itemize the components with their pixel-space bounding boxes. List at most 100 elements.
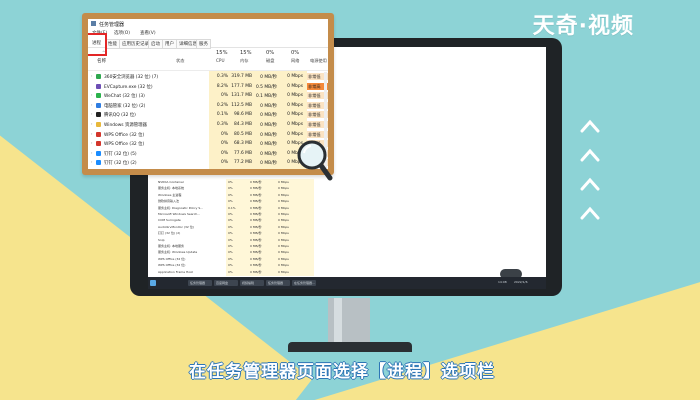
qq-icon <box>96 112 101 118</box>
header-memory[interactable]: 内存 <box>240 58 248 64</box>
disk-value: 0 MB/秒 <box>260 103 277 109</box>
screen-cells: 0% 0 MB/秒 0 Mbps <box>226 268 314 276</box>
disk-value: 0 MB/秒 <box>260 161 277 167</box>
table-row[interactable]: ›钉钉 (32 位) (5)0%77.6 MB0 MB/秒0 Mbps非常低 <box>88 149 328 158</box>
cpu-value: 0.3% <box>216 74 228 79</box>
cpu-value: 0.3% <box>216 122 228 127</box>
screen-process-name: WPS Office (32 位) <box>158 256 186 261</box>
table-row[interactable]: › WPS Office (32 位) 0% 80.5 MB 0 MB/秒 0 Mbps 非… <box>88 130 328 139</box>
screen-process-name: Windows 主进程 <box>158 192 182 197</box>
chevron-up-icon <box>580 147 602 166</box>
dingtalk-icon <box>96 160 101 166</box>
expand-chevron-icon[interactable]: › <box>91 132 92 136</box>
screen-net: 0 Mbps <box>278 180 289 184</box>
screen-row: Application Frame Host 0% 0 MB/秒 0 Mbps <box>148 268 546 276</box>
screen-disk: 0 MB/秒 <box>250 192 262 197</box>
memory-value: 80.5 MB <box>234 131 252 137</box>
screen-net: 0 Mbps <box>278 212 289 216</box>
disk-value: 0 MB/秒 <box>260 151 277 157</box>
disk-value: 0 MB/秒 <box>260 123 277 128</box>
disk-value: 0 MB/秒 <box>260 142 277 148</box>
screen-net: 0 Mbps <box>278 205 289 210</box>
window-title: 任务管理器 <box>99 22 125 28</box>
taskbar-item[interactable]: 任务管理器 <box>188 280 212 286</box>
screen-process-name: Microsoft Windows Search... <box>158 212 201 216</box>
header-cpu[interactable]: CPU <box>216 58 225 63</box>
table-row[interactable]: › 电脑管家 (32 位) (2) 0.2% 112.5 MB 0 MB/秒 0 Mbps… <box>88 101 328 110</box>
cpu-value: 0% <box>221 150 228 156</box>
screen-disk: 0 MB/秒 <box>250 205 262 210</box>
table-row[interactable]: ›钉钉 (32 位) (2)0%77.2 MB0 MB/秒0 Mbps非常低 <box>88 158 328 167</box>
screen-process-name: WPS Office (32 位) <box>158 263 186 268</box>
menu-view[interactable]: 查看(V) <box>140 30 156 36</box>
taskbar-item[interactable]: 在任务管理器... <box>292 280 316 286</box>
screen-cpu: 0% <box>228 250 233 255</box>
table-row[interactable]: › 360安全浏览器 (32 位) (7) 0.3% 319.7 MB 0 MB/秒 0 … <box>88 72 328 81</box>
screen-disk: 0 MB/秒 <box>250 199 262 204</box>
expand-chevron-icon[interactable]: › <box>91 160 92 164</box>
pc-manager-icon <box>96 102 101 108</box>
screen-disk: 0 MB/秒 <box>250 218 262 223</box>
cpu-value: 0% <box>221 131 228 137</box>
header-net-pct: 0% <box>291 50 300 56</box>
expand-chevron-icon[interactable]: › <box>91 103 92 107</box>
table-row[interactable]: › 腾讯QQ (32 位) 0.1% 98.6 MB 0 MB/秒 0 Mbps 非常低 <box>88 110 328 119</box>
header-name[interactable]: 名称 <box>97 58 106 64</box>
screen-disk: 0 MB/秒 <box>250 231 262 236</box>
chevron-up-icon <box>580 118 602 137</box>
screen-process-name: 服务主机: 本地系统 <box>158 186 184 191</box>
header-disk[interactable]: 磁盘 <box>266 58 274 64</box>
caption: 在任务管理器页面选择【进程】选项栏 <box>189 362 495 382</box>
up-arrows <box>580 118 602 224</box>
table-row[interactable]: ›WPS Office (32 位)0%68.3 MB0 MB/秒0 Mbps非… <box>88 139 328 148</box>
capture-icon <box>96 83 101 89</box>
taskbar-item[interactable]: 任务管理器 <box>266 280 290 286</box>
table-row[interactable]: › WeChat (32 位) (3) 0% 131.7 MB 0.1 MB/秒 0 Mb… <box>88 91 328 100</box>
taskbar-item[interactable]: 百度网盘 <box>214 280 238 286</box>
process-name: 钉钉 (32 位) (2) <box>104 161 137 167</box>
expand-chevron-icon[interactable]: › <box>91 122 92 126</box>
screen-net: 0 Mbps <box>278 199 289 204</box>
header-status[interactable]: 状态 <box>176 58 184 64</box>
screen-cpu: 0% <box>228 263 233 268</box>
expand-chevron-icon[interactable]: › <box>91 93 92 97</box>
screen-net: 0 Mbps <box>278 256 289 261</box>
magnifier-icon <box>296 138 334 182</box>
process-name: WPS Office (32 位) <box>104 142 145 148</box>
expand-chevron-icon[interactable]: › <box>91 112 92 116</box>
taskbar-item[interactable]: 视频编辑 <box>240 280 264 286</box>
cpu-value: 0% <box>221 141 228 147</box>
expand-chevron-icon[interactable]: › <box>91 151 92 155</box>
cpu-value: 0.2% <box>216 102 228 108</box>
taskbar-item-label: 在任务管理器... <box>294 281 315 285</box>
screen-cpu: 0% <box>228 244 233 248</box>
screen-process-name: 微软拼音输入法 <box>158 199 180 204</box>
screen-disk: 0 MB/秒 <box>250 256 262 261</box>
screen-disk: 0 MB/秒 <box>250 212 262 216</box>
expand-chevron-icon[interactable]: › <box>91 74 92 78</box>
taskbar-item-label: 任务管理器 <box>190 281 206 285</box>
screen-net: 0 Mbps <box>278 269 289 274</box>
header-power[interactable]: 电源使用 <box>310 58 327 64</box>
start-icon[interactable] <box>150 280 156 286</box>
tab-bar: 进程 性能 应用历史记录 启动 用户 详细信息 服务 <box>88 38 328 49</box>
screen-process-name: 服务主机: Windows Update <box>158 250 198 255</box>
menu-options[interactable]: 选项(O) <box>114 30 130 36</box>
dingtalk-icon <box>96 150 101 156</box>
chevron-up-icon <box>580 205 602 224</box>
table-row[interactable]: › Windows 资源管理器 0.3% 84.3 MB 0 MB/秒 0 Mbps 非常低 <box>88 120 328 129</box>
column-headers: ^ 名称 状态 15% CPU 15% 内存 0% 磁盘 0% 网络 电源使用 <box>88 48 328 71</box>
screen-cpu: 0% <box>228 186 233 191</box>
memory-value: 112.5 MB <box>231 102 252 108</box>
screen-process-name: Application Frame Host <box>158 269 193 274</box>
memory-value: 68.3 MB <box>234 141 252 147</box>
table-row[interactable]: EVCapture.exe (32 位) 8.2% 177.7 MB 0.5 MB/秒… <box>88 82 328 91</box>
screen-disk: 0 MB/秒 <box>250 180 262 184</box>
process-name: 360安全浏览器 (32 位) (7) <box>104 75 159 80</box>
screen-net: 0 Mbps <box>278 237 289 242</box>
screen-process-name: AudioSrvMonitor (32 位) <box>158 224 194 229</box>
cpu-value: 8.2% <box>216 83 228 89</box>
screen-cpu: 0.1% <box>228 205 236 210</box>
expand-chevron-icon[interactable]: › <box>91 141 92 145</box>
header-network[interactable]: 网络 <box>291 58 299 64</box>
